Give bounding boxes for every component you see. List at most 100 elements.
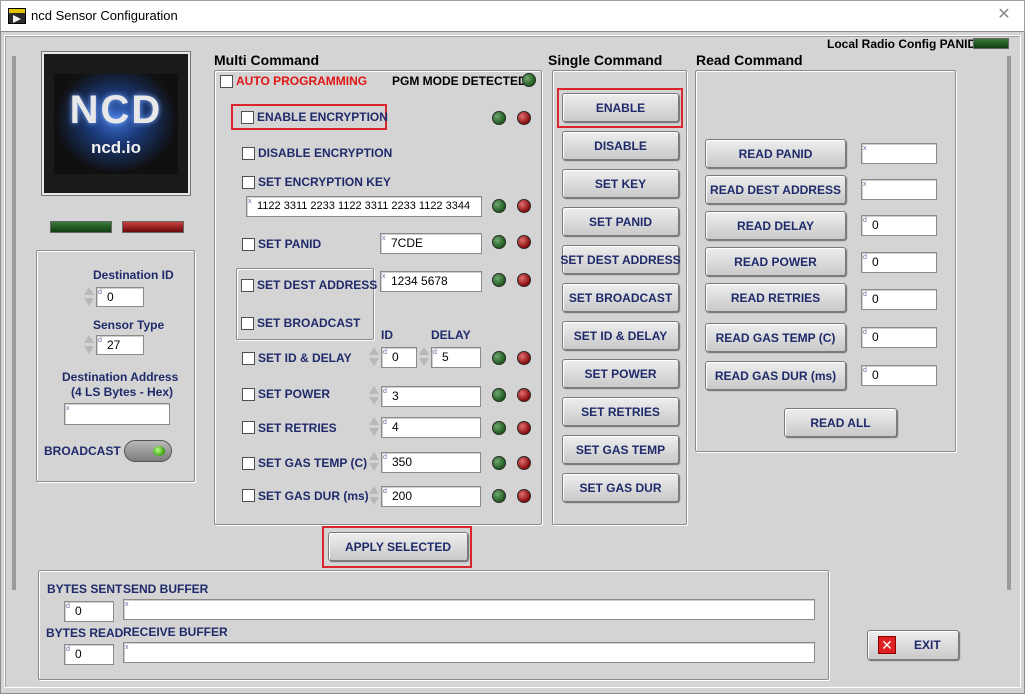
set-broadcast-checkbox[interactable] <box>241 317 254 330</box>
bytes-read-label: BYTES READ <box>46 626 124 640</box>
read-all-button[interactable]: READ ALL <box>784 408 897 437</box>
read-panid-button[interactable]: READ PANID <box>705 139 846 168</box>
single-set-dest-address-button[interactable]: SET DEST ADDRESS <box>560 245 681 274</box>
set-dest-address-led-green <box>492 273 506 287</box>
apply-selected-button[interactable]: APPLY SELECTED <box>328 532 468 561</box>
read-gas-dur-field[interactable]: d0 <box>861 365 937 386</box>
single-set-power-button[interactable]: SET POWER <box>562 359 679 388</box>
set-retries-checkbox[interactable] <box>242 421 255 434</box>
single-enable-button[interactable]: ENABLE <box>562 93 679 122</box>
close-button[interactable]: ✕ <box>993 4 1015 26</box>
bytes-sent-label: BYTES SENT <box>47 582 123 596</box>
set-id-delay-led-green <box>492 351 506 365</box>
read-gas-dur-button[interactable]: READ GAS DUR (ms) <box>705 361 846 390</box>
read-dest-address-button[interactable]: READ DEST ADDRESS <box>705 175 846 204</box>
single-set-panid-button[interactable]: SET PANID <box>562 207 679 236</box>
set-gas-temp-checkbox[interactable] <box>242 457 255 470</box>
single-set-retries-button[interactable]: SET RETRIES <box>562 397 679 426</box>
single-set-broadcast-button[interactable]: SET BROADCAST <box>562 283 679 312</box>
read-power-field[interactable]: d0 <box>861 252 937 273</box>
logo-mark: NCD <box>69 88 163 132</box>
send-buffer-field[interactable]: x <box>123 599 815 620</box>
power-field[interactable]: d3 <box>381 386 481 407</box>
sensor-type-spinner[interactable] <box>84 334 95 356</box>
enable-encryption-led-red <box>517 111 531 125</box>
set-retries-led-red <box>517 421 531 435</box>
receive-buffer-label: RECEIVE BUFFER <box>123 625 228 639</box>
enable-encryption-led-green <box>492 111 506 125</box>
sensor-type-field[interactable]: d 27 <box>96 335 144 355</box>
multi-command-heading: Multi Command <box>214 52 319 68</box>
read-command-heading: Read Command <box>696 52 803 68</box>
set-gas-dur-led-red <box>517 489 531 503</box>
single-set-key-button[interactable]: SET KEY <box>562 169 679 198</box>
encryption-key-field[interactable]: x 1122 3311 2233 1122 3311 2233 1122 3344 <box>246 196 482 217</box>
disable-encryption-label: DISABLE ENCRYPTION <box>258 146 393 160</box>
destination-id-field[interactable]: d0 <box>96 287 144 307</box>
enable-encryption-checkbox[interactable] <box>241 111 254 124</box>
read-panid-field[interactable]: x <box>861 143 937 164</box>
auto-programming-checkbox[interactable] <box>220 75 233 88</box>
read-power-button[interactable]: READ POWER <box>705 247 846 276</box>
set-id-delay-label: SET ID & DELAY <box>258 351 352 365</box>
status-bar-red <box>122 221 184 233</box>
set-gas-temp-label: SET GAS TEMP (C) <box>258 456 368 470</box>
single-set-id-delay-button[interactable]: SET ID & DELAY <box>562 321 679 350</box>
gas-temp-field[interactable]: d 350 <box>381 452 481 473</box>
destination-address-field[interactable]: x <box>64 403 170 425</box>
send-buffer-label: SEND BUFFER <box>123 582 209 596</box>
set-panid-checkbox[interactable] <box>242 238 255 251</box>
panid-field[interactable]: x 7CDE <box>380 233 482 254</box>
destination-id-spinner[interactable] <box>84 286 95 308</box>
gas-dur-field[interactable]: d 200 <box>381 486 481 507</box>
disable-encryption-checkbox[interactable] <box>242 147 255 160</box>
read-delay-field[interactable]: d0 <box>861 215 937 236</box>
destination-address-sublabel: (4 LS Bytes - Hex) <box>71 385 174 399</box>
single-set-gas-dur-button[interactable]: SET GAS DUR <box>562 473 679 502</box>
destination-address-label: Destination Address <box>62 370 179 384</box>
gas-temp-spinner[interactable] <box>369 451 380 473</box>
set-gas-temp-led-red <box>517 456 531 470</box>
delay-field[interactable]: d5 <box>431 347 481 368</box>
receive-buffer-field[interactable]: x <box>123 642 815 663</box>
auto-programming-label: AUTO PROGRAMMING <box>236 74 368 88</box>
set-power-checkbox[interactable] <box>242 388 255 401</box>
set-encryption-key-checkbox[interactable] <box>242 176 255 189</box>
exit-button[interactable]: ✕ EXIT <box>867 630 959 660</box>
set-gas-dur-label: SET GAS DUR (ms) <box>258 489 369 503</box>
window-title: ncd Sensor Configuration <box>31 8 178 23</box>
read-delay-button[interactable]: READ DELAY <box>705 211 846 240</box>
read-dest-address-field[interactable]: x <box>861 179 937 200</box>
set-encryption-key-led-green <box>492 199 506 213</box>
broadcast-label: BROADCAST <box>44 444 121 458</box>
retries-field[interactable]: d4 <box>381 417 481 438</box>
read-retries-button[interactable]: READ RETRIES <box>705 283 846 312</box>
single-disable-button[interactable]: DISABLE <box>562 131 679 160</box>
set-power-led-green <box>492 388 506 402</box>
set-dest-address-checkbox[interactable] <box>241 279 254 292</box>
delay-spinner[interactable] <box>419 346 430 368</box>
right-scrollbar[interactable] <box>1007 56 1011 590</box>
destination-id-label: Destination ID <box>93 268 174 282</box>
read-gas-temp-field[interactable]: d0 <box>861 327 937 348</box>
set-id-delay-checkbox[interactable] <box>242 352 255 365</box>
broadcast-toggle-light <box>153 446 165 456</box>
gas-dur-spinner[interactable] <box>369 485 380 507</box>
read-gas-temp-button[interactable]: READ GAS TEMP (C) <box>705 323 846 352</box>
id-field[interactable]: d0 <box>381 347 417 368</box>
local-radio-config-panid-indicator <box>973 38 1009 49</box>
read-retries-field[interactable]: d0 <box>861 289 937 310</box>
retries-spinner[interactable] <box>369 416 380 438</box>
set-gas-dur-checkbox[interactable] <box>242 489 255 502</box>
power-spinner[interactable] <box>369 385 380 407</box>
sensor-type-label: Sensor Type <box>93 318 165 332</box>
set-gas-temp-led-green <box>492 456 506 470</box>
left-scrollbar[interactable] <box>12 56 16 590</box>
dest-address-field[interactable]: x 1234 5678 <box>380 271 482 292</box>
broadcast-toggle[interactable] <box>124 440 172 462</box>
app-icon <box>8 8 26 24</box>
single-set-gas-temp-button[interactable]: SET GAS TEMP <box>562 435 679 464</box>
id-spinner[interactable] <box>369 346 380 368</box>
set-panid-label: SET PANID <box>258 237 322 251</box>
logo-url: ncd.io <box>90 138 142 157</box>
